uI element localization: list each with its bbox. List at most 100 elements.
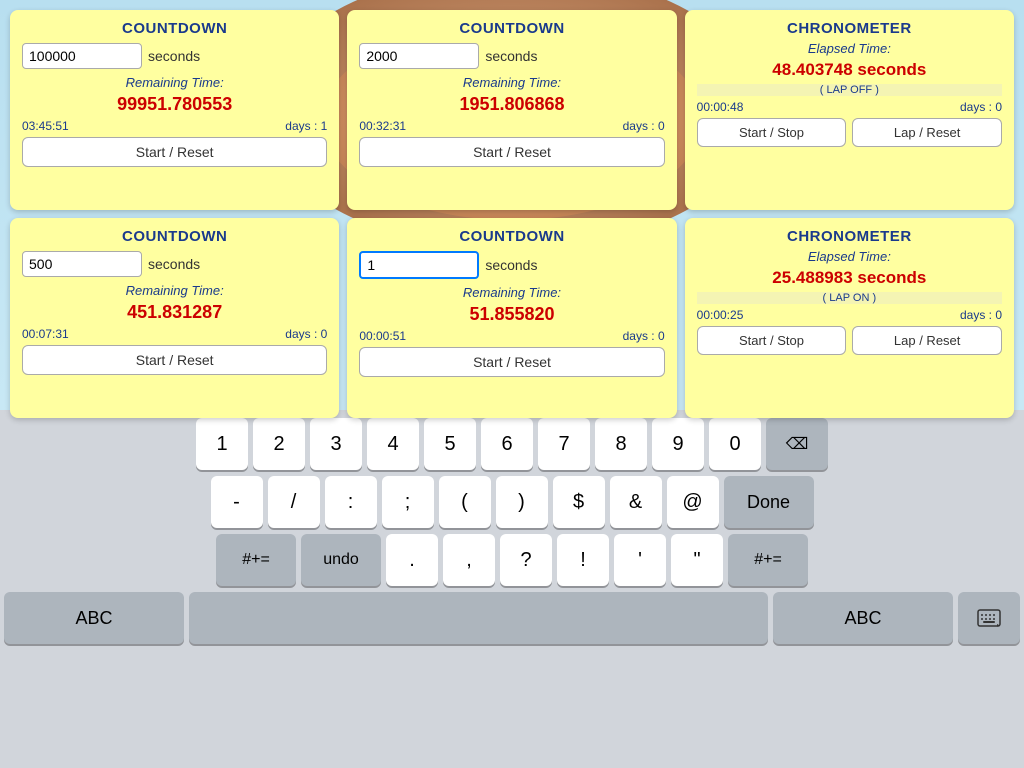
- key-0-2[interactable]: 3: [310, 418, 362, 470]
- tile-countdown-4: COUNTDOWN seconds Remaining Time: 51.855…: [347, 218, 676, 418]
- time-hms-countdown-1: 03:45:51: [22, 119, 69, 133]
- time-hms-chronometer-1: 00:00:48: [697, 100, 744, 114]
- input-row-countdown-1: seconds: [22, 43, 327, 69]
- keyboard: 1234567890⌫-/:;()$&@Done#+=undo.,?!'"#+=…: [0, 410, 1024, 768]
- keyboard-row-0: 1234567890⌫: [4, 418, 1020, 470]
- keyboard-row-1: -/:;()$&@Done: [4, 476, 1020, 528]
- seconds-label-countdown-2: seconds: [485, 48, 537, 64]
- time-row-chronometer-1: 00:00:48 days : 0: [697, 100, 1002, 114]
- elapsed-value-chronometer-2: 25.488983 seconds: [697, 268, 1002, 288]
- key-0-0[interactable]: 1: [196, 418, 248, 470]
- key-0-5[interactable]: 6: [481, 418, 533, 470]
- key-1-9[interactable]: Done: [724, 476, 814, 528]
- seconds-input-countdown-4[interactable]: [359, 251, 479, 279]
- time-hms-countdown-4: 00:00:51: [359, 329, 406, 343]
- key-1-0[interactable]: -: [211, 476, 263, 528]
- key-1-7[interactable]: &: [610, 476, 662, 528]
- key-2-6[interactable]: ': [614, 534, 666, 586]
- key-1-2[interactable]: :: [325, 476, 377, 528]
- time-row-chronometer-2: 00:00:25 days : 0: [697, 308, 1002, 322]
- key-0-7[interactable]: 8: [595, 418, 647, 470]
- remaining-label-countdown-3: Remaining Time:: [22, 283, 327, 298]
- time-hms-chronometer-2: 00:00:25: [697, 308, 744, 322]
- key-0-8[interactable]: 9: [652, 418, 704, 470]
- key-1-4[interactable]: (: [439, 476, 491, 528]
- start-reset-button-countdown-2[interactable]: Start / Reset: [359, 137, 664, 167]
- lap-reset-button-chronometer-2[interactable]: Lap / Reset: [852, 326, 1002, 355]
- tile-countdown-3: COUNTDOWN seconds Remaining Time: 451.83…: [10, 218, 339, 418]
- days-label-countdown-1: days : 1: [285, 119, 327, 133]
- start-reset-button-countdown-4[interactable]: Start / Reset: [359, 347, 664, 377]
- key-1-1[interactable]: /: [268, 476, 320, 528]
- days-label-chronometer-1: days : 0: [960, 100, 1002, 114]
- input-row-countdown-2: seconds: [359, 43, 664, 69]
- tile-countdown-2: COUNTDOWN seconds Remaining Time: 1951.8…: [347, 10, 676, 210]
- key-3-2[interactable]: ABC: [773, 592, 953, 644]
- seconds-label-countdown-1: seconds: [148, 48, 200, 64]
- key-2-0[interactable]: #+=: [216, 534, 296, 586]
- key-1-3[interactable]: ;: [382, 476, 434, 528]
- key-3-1[interactable]: [189, 592, 768, 644]
- seconds-input-countdown-3[interactable]: [22, 251, 142, 277]
- tile-title-chronometer-1: CHRONOMETER: [697, 20, 1002, 37]
- tile-title-chronometer-2: CHRONOMETER: [697, 228, 1002, 245]
- key-2-3[interactable]: ,: [443, 534, 495, 586]
- key-0-3[interactable]: 4: [367, 418, 419, 470]
- seconds-input-countdown-2[interactable]: [359, 43, 479, 69]
- remaining-value-countdown-4: 51.855820: [359, 304, 664, 325]
- remaining-label-countdown-1: Remaining Time:: [22, 75, 327, 90]
- tile-chronometer-1: CHRONOMETER Elapsed Time: 48.403748 seco…: [685, 10, 1014, 210]
- seconds-label-countdown-3: seconds: [148, 256, 200, 272]
- key-2-2[interactable]: .: [386, 534, 438, 586]
- key-2-7[interactable]: ": [671, 534, 723, 586]
- key-1-5[interactable]: ): [496, 476, 548, 528]
- tiles-grid: COUNTDOWN seconds Remaining Time: 99951.…: [10, 10, 1014, 418]
- key-2-8[interactable]: #+=: [728, 534, 808, 586]
- key-0-4[interactable]: 5: [424, 418, 476, 470]
- remaining-value-countdown-3: 451.831287: [22, 302, 327, 323]
- lap-reset-button-chronometer-1[interactable]: Lap / Reset: [852, 118, 1002, 147]
- input-row-countdown-4: seconds: [359, 251, 664, 279]
- chron-buttons-chronometer-1: Start / Stop Lap / Reset: [697, 118, 1002, 147]
- elapsed-value-chronometer-1: 48.403748 seconds: [697, 60, 1002, 80]
- key-0-6[interactable]: 7: [538, 418, 590, 470]
- tile-title-countdown-2: COUNTDOWN: [359, 20, 664, 37]
- seconds-input-countdown-1[interactable]: [22, 43, 142, 69]
- keyboard-row-2: #+=undo.,?!'"#+=: [4, 534, 1020, 586]
- key-0-10[interactable]: ⌫: [766, 418, 828, 470]
- start-reset-button-countdown-3[interactable]: Start / Reset: [22, 345, 327, 375]
- time-row-countdown-1: 03:45:51 days : 1: [22, 119, 327, 133]
- days-label-countdown-3: days : 0: [285, 327, 327, 341]
- time-row-countdown-2: 00:32:31 days : 0: [359, 119, 664, 133]
- start-stop-button-chronometer-1[interactable]: Start / Stop: [697, 118, 847, 147]
- chron-buttons-chronometer-2: Start / Stop Lap / Reset: [697, 326, 1002, 355]
- days-label-chronometer-2: days : 0: [960, 308, 1002, 322]
- elapsed-label-chronometer-2: Elapsed Time:: [697, 249, 1002, 264]
- key-0-1[interactable]: 2: [253, 418, 305, 470]
- remaining-value-countdown-2: 1951.806868: [359, 94, 664, 115]
- key-1-8[interactable]: @: [667, 476, 719, 528]
- tile-countdown-1: COUNTDOWN seconds Remaining Time: 99951.…: [10, 10, 339, 210]
- time-hms-countdown-3: 00:07:31: [22, 327, 69, 341]
- key-2-1[interactable]: undo: [301, 534, 381, 586]
- key-3-3[interactable]: [958, 592, 1020, 644]
- seconds-label-countdown-4: seconds: [485, 257, 537, 273]
- tile-chronometer-2: CHRONOMETER Elapsed Time: 25.488983 seco…: [685, 218, 1014, 418]
- time-row-countdown-3: 00:07:31 days : 0: [22, 327, 327, 341]
- key-2-4[interactable]: ?: [500, 534, 552, 586]
- remaining-label-countdown-2: Remaining Time:: [359, 75, 664, 90]
- tile-title-countdown-1: COUNTDOWN: [22, 20, 327, 37]
- time-hms-countdown-2: 00:32:31: [359, 119, 406, 133]
- start-stop-button-chronometer-2[interactable]: Start / Stop: [697, 326, 847, 355]
- time-row-countdown-4: 00:00:51 days : 0: [359, 329, 664, 343]
- lap-badge-chronometer-2: ( LAP ON ): [697, 292, 1002, 304]
- remaining-value-countdown-1: 99951.780553: [22, 94, 327, 115]
- key-1-6[interactable]: $: [553, 476, 605, 528]
- key-2-5[interactable]: !: [557, 534, 609, 586]
- key-0-9[interactable]: 0: [709, 418, 761, 470]
- start-reset-button-countdown-1[interactable]: Start / Reset: [22, 137, 327, 167]
- input-row-countdown-3: seconds: [22, 251, 327, 277]
- key-3-0[interactable]: ABC: [4, 592, 184, 644]
- remaining-label-countdown-4: Remaining Time:: [359, 285, 664, 300]
- tile-title-countdown-3: COUNTDOWN: [22, 228, 327, 245]
